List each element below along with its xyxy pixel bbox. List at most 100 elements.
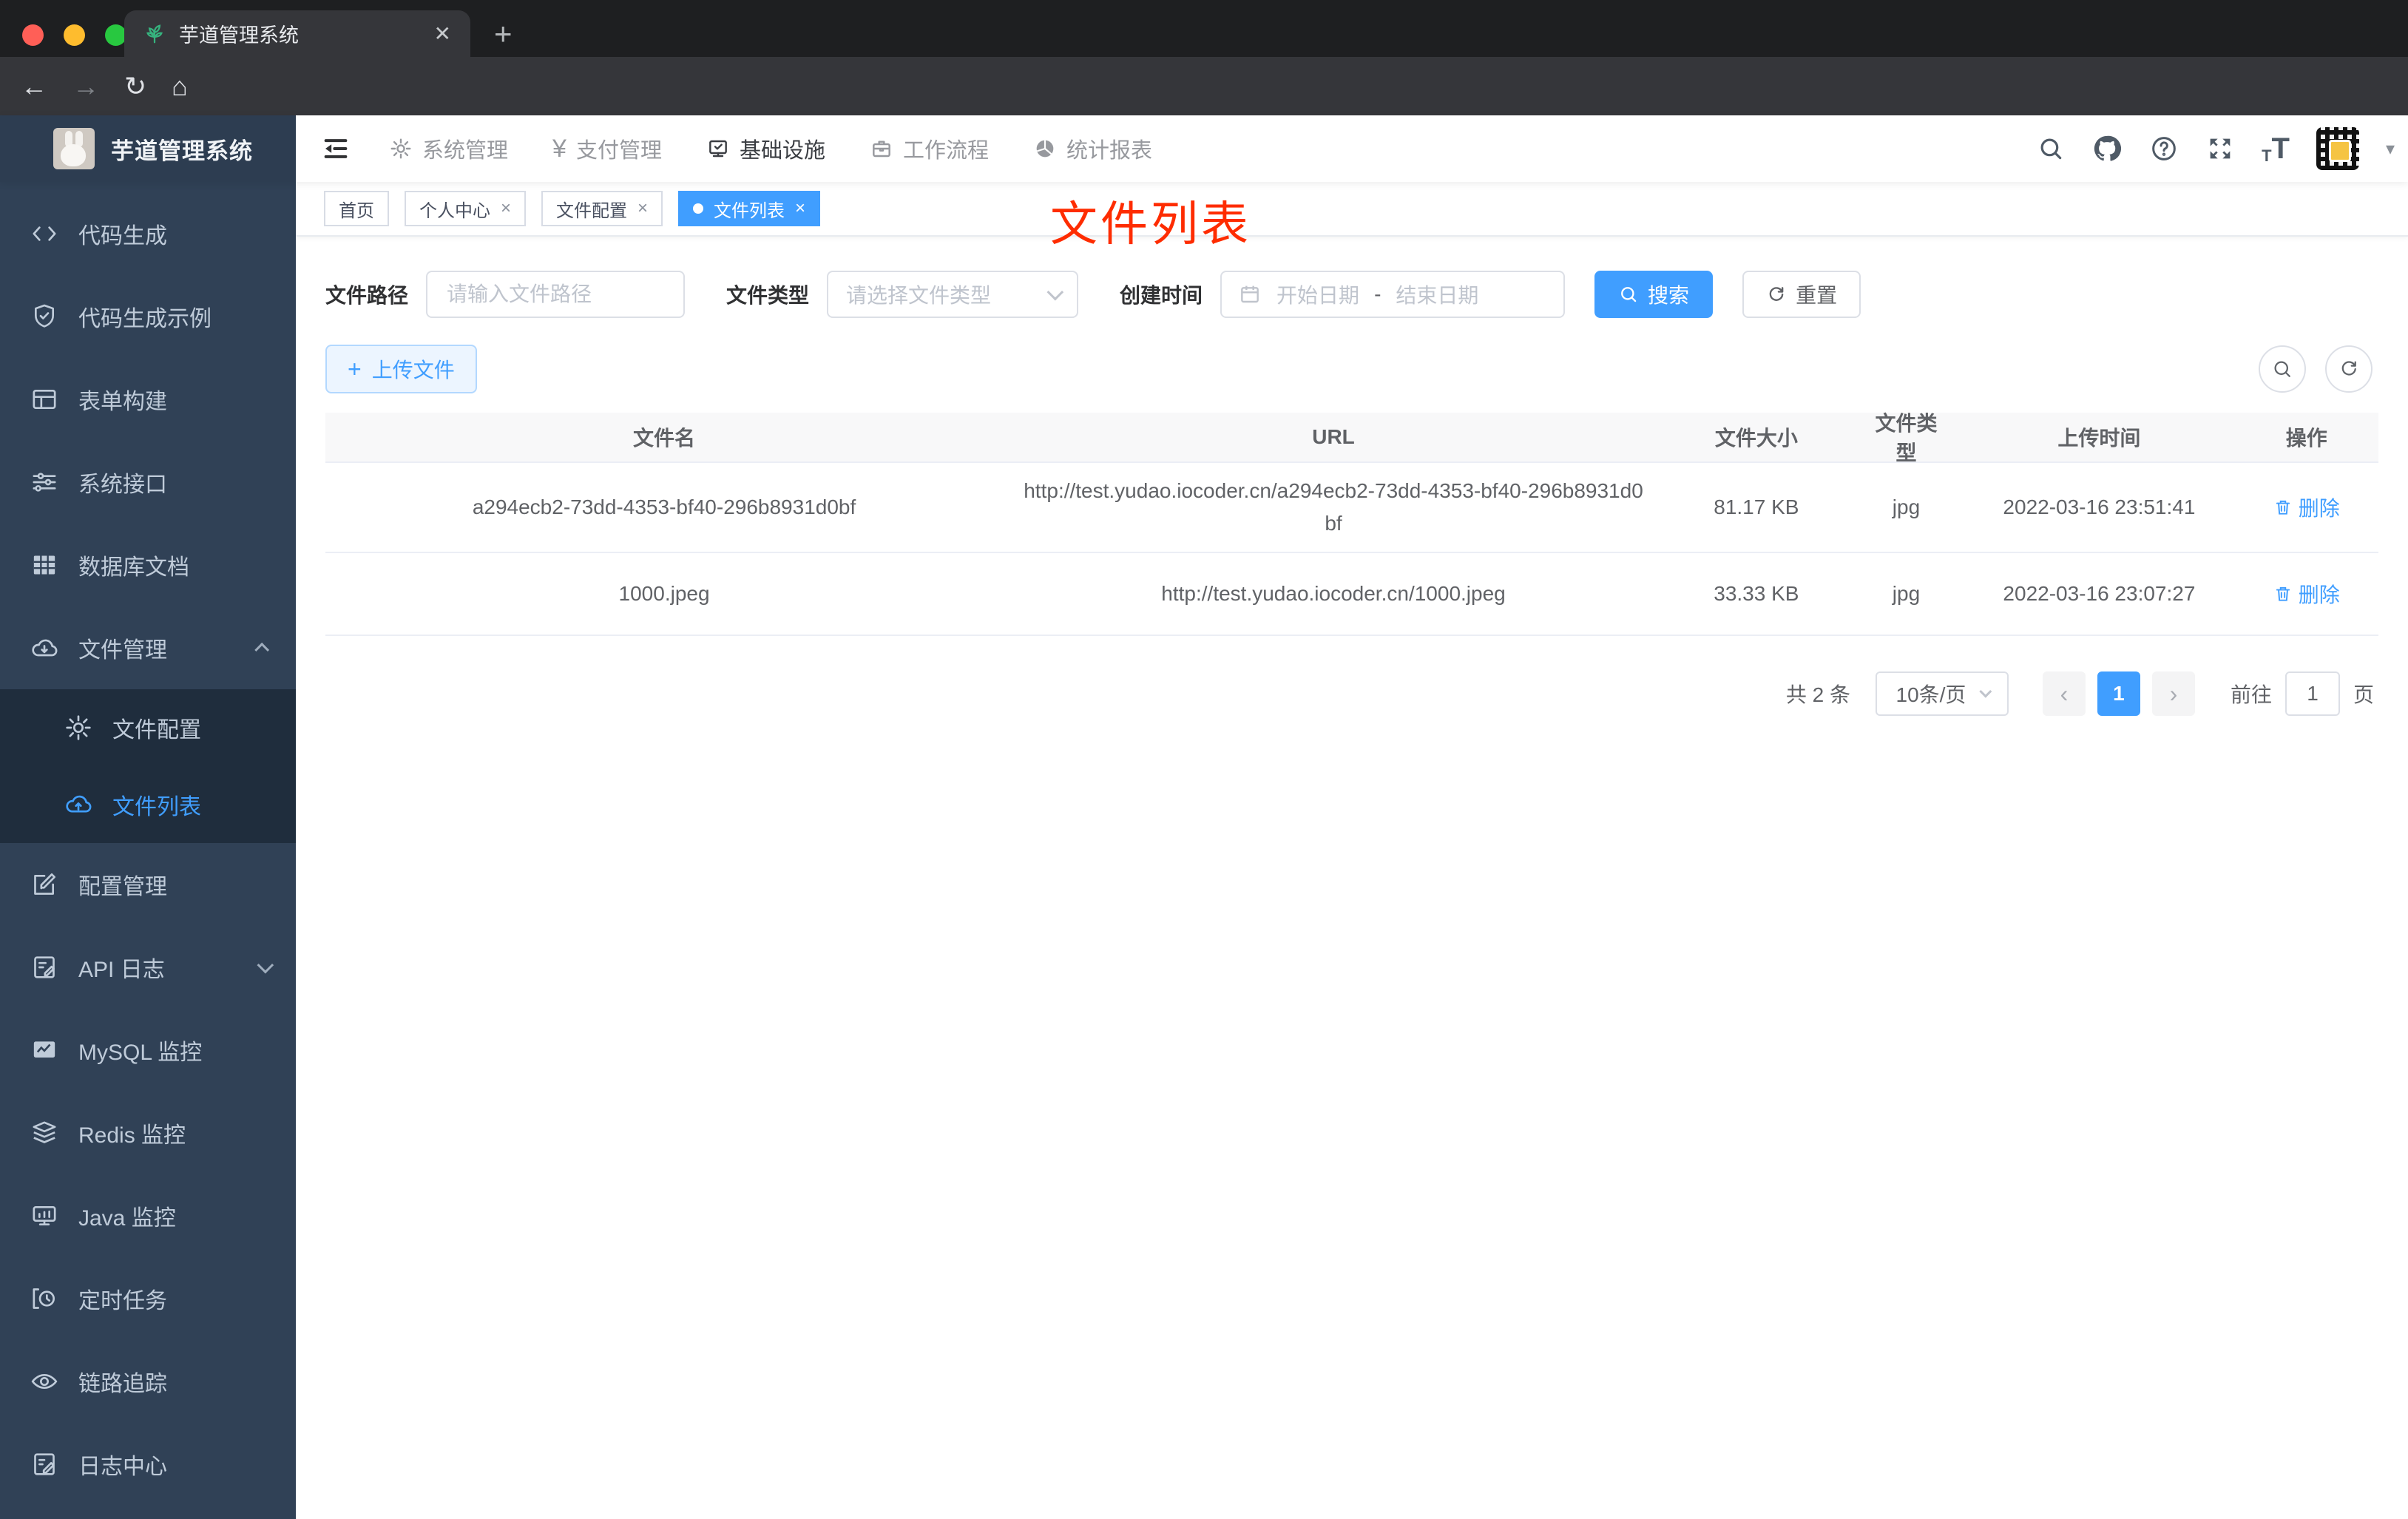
window-minimize-button[interactable] (64, 24, 85, 46)
avatar-caret-down-icon[interactable]: ▾ (2386, 138, 2395, 160)
sidebar-item-code-gen[interactable]: 代码生成 (0, 192, 296, 275)
reload-icon[interactable]: ↻ (124, 71, 146, 102)
chevron-down-icon (1979, 685, 1992, 698)
col-header-name: 文件名 (633, 427, 696, 450)
back-icon[interactable]: ← (21, 71, 47, 102)
page-size-select[interactable]: 10条/页 (1875, 671, 2009, 716)
new-tab-button[interactable]: + (494, 16, 513, 52)
app-header: 芋道管理系统 系统管理 ¥ 支付管理 基础设施 工作流程 统计报表 T T ▾ (0, 115, 2408, 182)
sidebar-item-mysql[interactable]: MySQL 监控 (0, 1009, 296, 1092)
col-header-type: 文件类型 (1875, 412, 1938, 464)
table-row: a294ecb2-73dd-4353-bf40-296b8931d0bf htt… (325, 463, 2378, 553)
upload-file-button[interactable]: + 上传文件 (325, 345, 477, 393)
close-icon[interactable]: × (795, 198, 805, 219)
gear-icon (64, 713, 95, 742)
sidebar-item-file-manage[interactable]: 文件管理 (0, 606, 296, 689)
next-page-button[interactable]: › (2151, 671, 2195, 716)
file-type-select[interactable]: 请选择文件类型 (827, 271, 1079, 318)
sidebar-item-java[interactable]: Java 监控 (0, 1174, 296, 1257)
sidebar-item-job[interactable]: 定时任务 (0, 1257, 296, 1340)
cell-file-name: 1000.jpeg (618, 582, 710, 605)
search-icon[interactable] (2037, 135, 2065, 163)
gear-icon (389, 137, 413, 160)
user-avatar-qr[interactable] (2316, 127, 2359, 170)
file-path-input[interactable] (426, 271, 686, 318)
tag-file-config[interactable]: 文件配置 × (541, 191, 663, 226)
header-actions: TT ▾ (2037, 115, 2395, 182)
sidebar-item-form-builder[interactable]: 表单构建 (0, 358, 296, 441)
sidebar-item-system-api[interactable]: 系统接口 (0, 441, 296, 524)
close-icon[interactable]: × (501, 198, 511, 219)
page-number-1[interactable]: 1 (2097, 671, 2140, 716)
fullscreen-icon[interactable] (2205, 134, 2235, 163)
window-close-button[interactable] (22, 24, 44, 46)
col-header-url: URL (1312, 425, 1355, 448)
sidebar-item-config-manage[interactable]: 配置管理 (0, 843, 296, 926)
log-edit-icon (30, 1449, 61, 1479)
top-menu-system[interactable]: 系统管理 (367, 115, 530, 182)
layers-icon (30, 1118, 61, 1148)
github-icon[interactable] (2091, 133, 2123, 164)
top-menu-report[interactable]: 统计报表 (1011, 115, 1174, 182)
trash-icon (2273, 584, 2293, 603)
sidebar-item-api-log[interactable]: API 日志 (0, 926, 296, 1009)
close-icon[interactable]: × (637, 198, 648, 219)
delete-button[interactable]: 删除 (2273, 579, 2340, 609)
goto-label: 前往 (2230, 683, 2272, 706)
date-range-picker[interactable]: 开始日期 - 结束日期 (1220, 271, 1566, 318)
trash-icon (2273, 498, 2293, 517)
search-button[interactable]: 搜索 (1594, 271, 1714, 318)
cell-upload-time: 2022-03-16 23:51:41 (2003, 495, 2196, 518)
log-note-icon (30, 953, 61, 982)
forward-icon[interactable]: → (72, 71, 99, 102)
goto-page-input[interactable] (2284, 671, 2340, 716)
sidebar-item-log-center[interactable]: 日志中心 (0, 1423, 296, 1506)
tab-close-icon[interactable]: ✕ (434, 21, 451, 46)
tag-file-list[interactable]: 文件列表 × (678, 191, 821, 226)
home-icon[interactable]: ⌂ (172, 71, 188, 102)
app-title: 芋道管理系统 (111, 138, 253, 164)
font-size-icon[interactable]: TT (2262, 132, 2290, 166)
help-icon[interactable] (2149, 134, 2179, 163)
sidebar-fold-icon[interactable] (305, 134, 367, 163)
delete-button[interactable]: 删除 (2273, 493, 2340, 522)
toggle-search-button[interactable] (2259, 345, 2306, 393)
yen-icon: ¥ (552, 134, 567, 163)
sidebar-item-db-doc[interactable]: 数据库文档 (0, 524, 296, 606)
table-row: 1000.jpeg http://test.yudao.iocoder.cn/1… (325, 553, 2378, 636)
annotation-file-list: 文件列表 (1050, 197, 1251, 251)
cell-file-size: 33.33 KB (1714, 582, 1799, 605)
code-icon (30, 219, 61, 248)
chart-line-icon (30, 1035, 61, 1065)
sidebar-item-file-config[interactable]: 文件配置 (0, 689, 296, 766)
sidebar-item-file-list[interactable]: 文件列表 (0, 766, 296, 843)
pie-chart-icon (1033, 137, 1057, 160)
tag-home[interactable]: 首页 (324, 191, 389, 226)
logo-block[interactable]: 芋道管理系统 (0, 115, 296, 182)
browser-tab[interactable]: 芋道管理系统 ✕ (124, 10, 470, 57)
cell-file-name: a294ecb2-73dd-4353-bf40-296b8931d0bf (472, 495, 856, 518)
top-menu-infra[interactable]: 基础设施 (684, 115, 848, 182)
active-dot (693, 203, 704, 214)
refresh-table-button[interactable] (2325, 345, 2373, 393)
pagination: 共 2 条 10条/页 ‹ 1 › 前往 页 (325, 671, 2378, 716)
start-date-placeholder[interactable]: 开始日期 (1276, 280, 1359, 309)
app-logo (53, 128, 95, 169)
database-table-icon (30, 550, 61, 580)
window-zoom-button[interactable] (105, 24, 126, 46)
end-date-placeholder[interactable]: 结束日期 (1396, 280, 1478, 309)
top-menu-pay[interactable]: ¥ 支付管理 (530, 115, 684, 182)
total-count: 共 2 条 (1785, 683, 1850, 706)
cloud-download-icon (30, 633, 61, 663)
reset-button[interactable]: 重置 (1742, 271, 1861, 318)
sidebar-item-trace[interactable]: 链路追踪 (0, 1340, 296, 1423)
top-menu-workflow[interactable]: 工作流程 (848, 115, 1011, 182)
file-path-label: 文件路径 (325, 284, 409, 307)
sidebar-item-code-demo[interactable]: 代码生成示例 (0, 275, 296, 358)
tag-profile[interactable]: 个人中心 × (405, 191, 527, 226)
cloud-upload-icon (64, 790, 95, 819)
cell-file-type: jpg (1892, 582, 1921, 605)
sidebar-item-redis[interactable]: Redis 监控 (0, 1092, 296, 1174)
main-content: 文件路径 文件类型 请选择文件类型 创建时间 开始日期 - 结束日期 搜索 重置… (296, 237, 2408, 1519)
prev-page-button[interactable]: ‹ (2042, 671, 2086, 716)
